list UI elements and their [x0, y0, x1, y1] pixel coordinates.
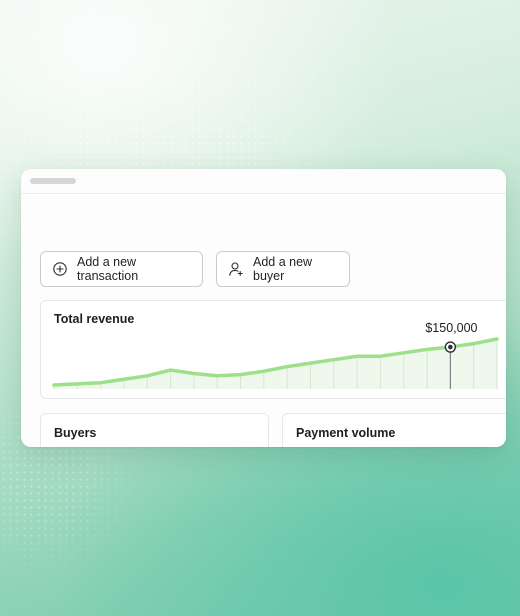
buyers-title: Buyers — [54, 426, 97, 440]
add-transaction-label: Add a new transaction — [77, 255, 139, 283]
add-buyer-label: Add a new buyer — [253, 255, 313, 283]
total-revenue-card: Total revenue $150,000 — [40, 300, 506, 399]
payment-volume-title: Payment volume — [296, 426, 396, 440]
add-user-icon — [228, 261, 244, 277]
add-buyer-button[interactable]: Add a new buyer — [216, 251, 350, 287]
window-titlebar — [21, 169, 506, 194]
app-window: Add a new transaction Add a new buyer To… — [21, 169, 506, 447]
revenue-line-chart — [52, 337, 499, 389]
buyers-card: Buyers — [40, 413, 269, 447]
highlight-marker-dot — [448, 344, 453, 350]
payment-volume-card: Payment volume — [282, 413, 506, 447]
plus-circle-icon — [52, 261, 68, 277]
titlebar-placeholder — [30, 178, 76, 184]
add-transaction-button[interactable]: Add a new transaction — [40, 251, 203, 287]
